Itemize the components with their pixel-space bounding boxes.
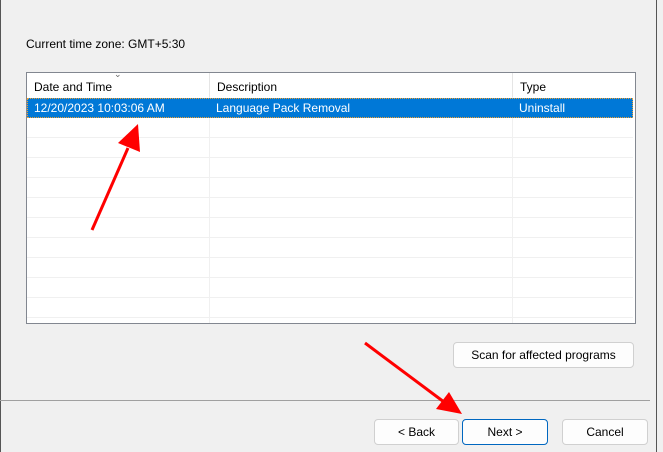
next-button[interactable]: Next >: [462, 419, 548, 445]
restore-points-table[interactable]: Date and Time Description Type ⌄ 12/20/2…: [26, 72, 636, 324]
empty-row: [27, 238, 633, 258]
cell-type: Uninstall: [519, 101, 566, 115]
current-time-zone-label: Current time zone: GMT+5:30: [26, 37, 186, 51]
empty-row: [27, 298, 633, 318]
window-border-left: [0, 0, 1, 452]
arrow-to-next-button-icon: [364, 341, 462, 414]
back-button[interactable]: < Back: [374, 419, 459, 445]
scan-affected-programs-button[interactable]: Scan for affected programs: [453, 342, 634, 368]
empty-row: [27, 218, 633, 238]
column-header-type[interactable]: Type: [513, 73, 635, 97]
cell-date: 12/20/2023 10:03:06 AM: [34, 101, 165, 115]
table-row[interactable]: 12/20/2023 10:03:06 AM Language Pack Rem…: [27, 98, 633, 118]
sort-chevron-icon: ⌄: [114, 72, 122, 79]
empty-row: [27, 258, 633, 278]
empty-row: [27, 278, 633, 298]
empty-row: [27, 138, 633, 158]
empty-row: [27, 198, 633, 218]
divider: [0, 400, 650, 401]
empty-row: [27, 158, 633, 178]
column-header-description[interactable]: Description: [210, 73, 513, 97]
cancel-button[interactable]: Cancel: [562, 419, 648, 445]
cell-description: Language Pack Removal: [216, 101, 351, 115]
window-border-right: [656, 0, 657, 452]
empty-row: [27, 118, 633, 138]
empty-row: [27, 178, 633, 198]
